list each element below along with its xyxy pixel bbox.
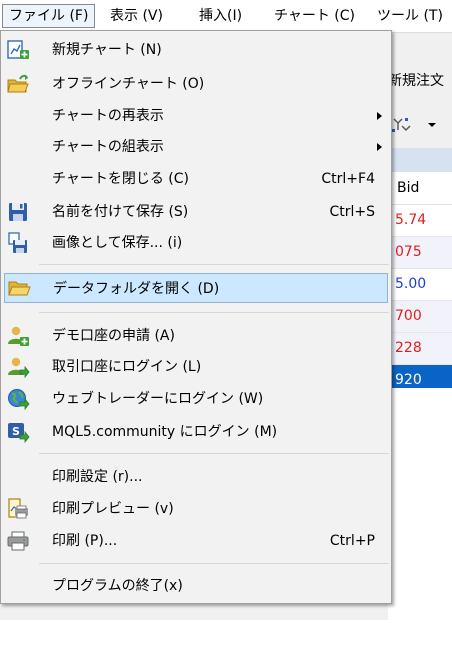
menu-separator bbox=[39, 563, 389, 564]
menu-item-save-as[interactable]: 名前を付けて保存 (S) Ctrl+S bbox=[1, 197, 391, 227]
offline-chart-folder-icon bbox=[7, 74, 29, 93]
menu-item-label: プログラムの終了(x) bbox=[52, 578, 183, 594]
menu-item-label: 取引口座にログイン (L) bbox=[52, 359, 202, 375]
menu-item-label: 名前を付けて保存 (S) bbox=[52, 204, 189, 220]
menu-item-label: デモ口座の申請 (A) bbox=[52, 328, 175, 344]
market-watch-table: Bid 5.74 075 5.00 700 228 920 bbox=[388, 172, 452, 397]
menu-file[interactable]: ファイル (F) bbox=[2, 4, 96, 28]
menu-separator bbox=[39, 264, 389, 265]
menu-item-label: MQL5.community にログイン (M) bbox=[52, 424, 278, 440]
mql5-icon: S bbox=[8, 423, 30, 444]
new-chart-icon bbox=[7, 40, 29, 59]
menu-item-save-as-picture[interactable]: 画像として保存... (i) bbox=[1, 228, 391, 258]
svg-text:S: S bbox=[12, 425, 20, 438]
menu-item-login-trade-account[interactable]: 取引口座にログイン (L) bbox=[1, 352, 391, 382]
menu-item-label: 印刷設定 (r)... bbox=[52, 469, 143, 485]
lower-pane bbox=[388, 388, 452, 652]
demo-account-user-icon bbox=[8, 326, 29, 346]
new-order-toolbar-label[interactable]: 新規注文 bbox=[388, 70, 444, 90]
submenu-arrow-icon bbox=[377, 112, 382, 120]
menu-view[interactable]: 表示 (V) bbox=[104, 4, 169, 28]
menu-item-login-web-trader[interactable]: ウェブトレーダーにログイン (W) bbox=[1, 384, 391, 414]
table-row[interactable]: 5.00 bbox=[388, 269, 452, 301]
menu-item-print-preview[interactable]: 印刷プレビュー (v) bbox=[1, 494, 391, 524]
menu-item-offline-chart[interactable]: オフラインチャート (O) bbox=[1, 69, 391, 99]
menu-item-label: 画像として保存... (i) bbox=[52, 235, 183, 251]
bid-column-header[interactable]: Bid bbox=[388, 172, 452, 205]
chevron-down-icon[interactable] bbox=[428, 123, 436, 127]
chart-toolbar bbox=[388, 114, 452, 136]
menu-item-exit[interactable]: プログラムの終了(x) bbox=[1, 571, 391, 601]
table-row[interactable]: 228 bbox=[388, 333, 452, 365]
submenu-arrow-icon bbox=[377, 143, 382, 151]
menu-tools[interactable]: ツール (T) bbox=[371, 4, 449, 28]
menu-separator bbox=[39, 312, 389, 313]
menu-item-refresh-chart[interactable]: チャートの再表示 bbox=[1, 101, 391, 131]
menu-item-label: 印刷プレビュー (v) bbox=[52, 501, 174, 517]
login-user-icon bbox=[8, 357, 30, 379]
menu-item-new-chart[interactable]: 新規チャート (N) bbox=[1, 35, 391, 65]
menu-item-login-mql5[interactable]: S MQL5.community にログイン (M) bbox=[1, 417, 391, 447]
menu-item-print[interactable]: 印刷 (P)... Ctrl+P bbox=[1, 526, 391, 556]
print-preview-icon bbox=[8, 498, 28, 519]
menu-separator bbox=[39, 453, 389, 454]
menu-item-close-chart[interactable]: チャートを閉じる (C) Ctrl+F4 bbox=[1, 164, 391, 194]
market-watch-header-band bbox=[388, 148, 452, 172]
shortcut-label: Ctrl+S bbox=[329, 204, 375, 220]
save-disk-icon bbox=[9, 203, 27, 221]
open-folder-icon bbox=[8, 281, 31, 296]
printer-icon bbox=[7, 531, 29, 551]
chart-tools-icon[interactable] bbox=[392, 118, 411, 132]
menu-item-open-data-folder[interactable]: データフォルダを開く (D) bbox=[4, 273, 388, 303]
table-row[interactable]: 5.74 bbox=[388, 205, 452, 237]
menu-item-label: ウェブトレーダーにログイン (W) bbox=[52, 391, 264, 407]
menu-item-label: 印刷 (P)... bbox=[52, 533, 118, 549]
menu-item-label: チャートの組表示 bbox=[52, 139, 164, 155]
shortcut-label: Ctrl+P bbox=[329, 533, 375, 549]
menu-chart[interactable]: チャート (C) bbox=[268, 4, 361, 28]
table-row[interactable]: 075 bbox=[388, 237, 452, 269]
menu-item-label: オフラインチャート (O) bbox=[52, 76, 205, 92]
file-menu-dropdown: 新規チャート (N) オフラインチャート (O) チャートの再表示 チャートの組… bbox=[0, 30, 392, 604]
menu-insert[interactable]: 挿入(I) bbox=[193, 4, 248, 28]
table-row[interactable]: 700 bbox=[388, 301, 452, 333]
menu-item-label: チャートの再表示 bbox=[52, 108, 164, 124]
menu-item-label: チャートを閉じる (C) bbox=[52, 171, 190, 187]
shortcut-label: Ctrl+F4 bbox=[321, 171, 375, 187]
menubar: ファイル (F) 表示 (V) 挿入(I) チャート (C) ツール (T) bbox=[0, 0, 452, 33]
web-globe-icon bbox=[8, 389, 30, 411]
menu-item-open-demo-account[interactable]: デモ口座の申請 (A) bbox=[1, 321, 391, 351]
menu-item-label: 新規チャート (N) bbox=[52, 42, 162, 58]
menu-item-print-setup[interactable]: 印刷設定 (r)... bbox=[1, 462, 391, 492]
menu-item-label: データフォルダを開く (D) bbox=[53, 281, 220, 297]
save-image-icon bbox=[8, 232, 27, 253]
menu-item-chart-profiles[interactable]: チャートの組表示 bbox=[1, 132, 391, 162]
